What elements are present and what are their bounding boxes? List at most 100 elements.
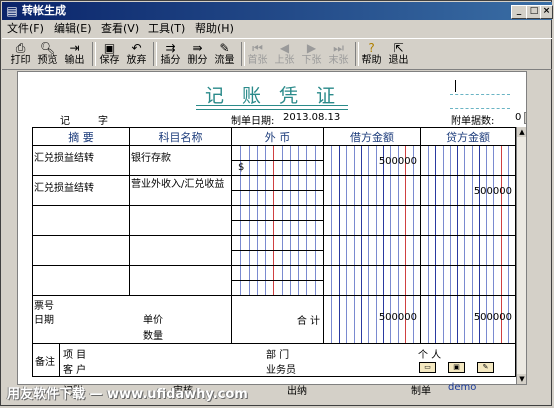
- summary-cell[interactable]: 汇兑损益结转: [32, 145, 130, 176]
- ruling-line: [435, 206, 436, 235]
- save-button[interactable]: ▣ 保存: [97, 40, 122, 67]
- ruling-line: [331, 236, 332, 265]
- last-voucher-button[interactable]: ⏭ 末张: [326, 40, 351, 67]
- table-row[interactable]: [32, 205, 516, 236]
- attach-spin[interactable]: [524, 112, 526, 124]
- foreign-cell[interactable]: $: [231, 145, 324, 176]
- ruling-line: [472, 146, 473, 175]
- credit-cell[interactable]: [420, 145, 516, 176]
- card-icon[interactable]: ▭: [419, 362, 436, 373]
- department-label[interactable]: 部 门: [266, 346, 289, 361]
- foreign-cell[interactable]: [231, 265, 324, 296]
- table-row[interactable]: 汇兑损益结转 营业外收入/汇兑收益 500000: [32, 175, 516, 206]
- menu-view[interactable]: 查看(V): [101, 20, 139, 38]
- vertical-scrollbar[interactable]: ▲ ▼: [516, 127, 526, 384]
- voucher-type-ji[interactable]: 记: [60, 112, 70, 127]
- toolbar-separator: [92, 42, 96, 66]
- summary-cell[interactable]: [32, 235, 130, 266]
- first-voucher-button[interactable]: ⏮ 首张: [245, 40, 270, 67]
- attach-count[interactable]: 0: [515, 112, 521, 123]
- print-button[interactable]: ⎙ 打印: [8, 40, 33, 67]
- grid-lines: [422, 146, 515, 175]
- ruling-line: [354, 236, 355, 265]
- ruling-line: [457, 236, 458, 265]
- summary-cell[interactable]: [32, 205, 130, 236]
- ruling-line: [464, 266, 465, 295]
- subject-cell[interactable]: 营业外收入/汇兑收益: [129, 175, 232, 206]
- project-label[interactable]: 项 目: [63, 346, 86, 361]
- first-page-icon: ⏮: [252, 41, 263, 55]
- scroll-up-icon[interactable]: ▲: [517, 127, 526, 137]
- edit-card-icon[interactable]: ✎: [477, 362, 494, 373]
- quantity-label: 数量: [143, 331, 163, 342]
- ruling-line: [464, 146, 465, 175]
- menu-edit[interactable]: 编辑(E): [54, 20, 92, 38]
- foreign-cell[interactable]: [231, 235, 324, 266]
- exit-button[interactable]: ⇱ 退出: [386, 40, 411, 67]
- subject-cell[interactable]: [129, 205, 232, 236]
- voucher-date[interactable]: 2013.08.13: [283, 112, 340, 123]
- ruling-line: [405, 236, 406, 265]
- id-card-icon[interactable]: ▣: [448, 362, 465, 373]
- debit-cell[interactable]: [323, 265, 421, 296]
- ruling-line: [346, 146, 347, 175]
- ruling-line: [443, 266, 444, 295]
- subject-cell[interactable]: [129, 265, 232, 296]
- debit-cell[interactable]: 500000: [323, 145, 421, 176]
- ruling-line: [508, 236, 509, 265]
- header-foreign: 外 币: [231, 127, 324, 146]
- table-row[interactable]: 汇兑损益结转 银行存款 $ 500000: [32, 145, 516, 176]
- ruling-line: [479, 146, 480, 175]
- ruling-line: [390, 176, 391, 205]
- preview-button[interactable]: 🔍︎ 预览: [35, 40, 60, 67]
- help-button[interactable]: ? 帮助: [359, 40, 384, 67]
- prev-voucher-button[interactable]: ◀ 上张: [272, 40, 297, 67]
- menu-tools[interactable]: 工具(T): [148, 20, 185, 38]
- ruling-line: [339, 266, 340, 295]
- salesman-label[interactable]: 业务员: [266, 361, 296, 376]
- ruling-line: [501, 266, 502, 295]
- subject-cell[interactable]: 银行存款: [129, 145, 232, 176]
- ruling-line: [390, 236, 391, 265]
- credit-cell[interactable]: 500000: [420, 175, 516, 206]
- menu-help[interactable]: 帮助(H): [195, 20, 234, 38]
- foreign-cell[interactable]: [231, 175, 324, 206]
- attach-label: 附单据数:: [451, 116, 495, 127]
- ticket-info-cell[interactable]: 票号 日期 单价 数量: [32, 295, 232, 344]
- summary-cell[interactable]: [32, 265, 130, 296]
- grid-lines: [325, 206, 420, 235]
- ruling-line: [368, 206, 369, 235]
- table-row[interactable]: [32, 235, 516, 266]
- scroll-down-icon[interactable]: ▼: [517, 374, 526, 384]
- customer-label[interactable]: 客 户: [63, 361, 86, 376]
- divider: [232, 280, 323, 281]
- summary-cell[interactable]: 汇兑损益结转: [32, 175, 130, 206]
- subject-cell[interactable]: [129, 235, 232, 266]
- cash-flow-button[interactable]: ✎ 流量: [212, 40, 237, 67]
- menu-file[interactable]: 文件(F): [7, 20, 44, 38]
- debit-cell[interactable]: [323, 235, 421, 266]
- credit-cell[interactable]: [420, 265, 516, 296]
- discard-button[interactable]: ↶ 放弃: [124, 40, 149, 67]
- export-button[interactable]: ⇥ 输出: [62, 40, 87, 67]
- table-row[interactable]: [32, 265, 516, 296]
- ruling-line: [443, 206, 444, 235]
- insert-entry-button[interactable]: ⇉ 插分: [158, 40, 183, 67]
- dashed-field-line: [450, 108, 510, 109]
- person-label[interactable]: 个 人: [418, 346, 441, 361]
- credit-cell[interactable]: [420, 235, 516, 266]
- delete-entry-button[interactable]: ⇛ 删分: [185, 40, 210, 67]
- ruling-line: [398, 236, 399, 265]
- debit-cell[interactable]: [323, 175, 421, 206]
- next-voucher-button[interactable]: ▶ 下张: [299, 40, 324, 67]
- minimize-button[interactable]: _: [511, 5, 527, 19]
- debit-cell[interactable]: [323, 205, 421, 236]
- credit-cell[interactable]: [420, 205, 516, 236]
- close-button[interactable]: ×: [540, 5, 553, 19]
- ruling-line: [361, 206, 362, 235]
- ruling-line: [339, 206, 340, 235]
- ruling-line: [443, 146, 444, 175]
- ruling-line: [486, 236, 487, 265]
- ruling-line: [457, 206, 458, 235]
- foreign-cell[interactable]: [231, 205, 324, 236]
